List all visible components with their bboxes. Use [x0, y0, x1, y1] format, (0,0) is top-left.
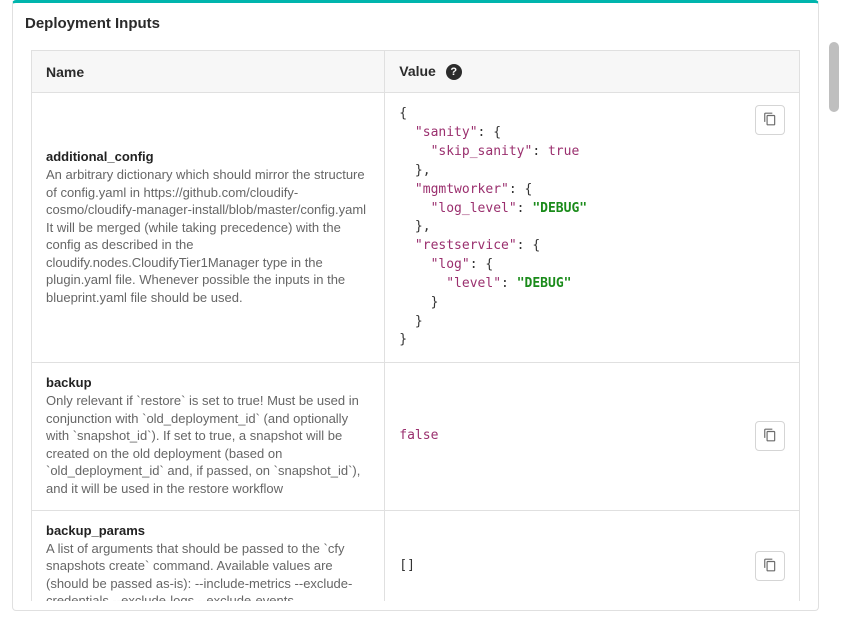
input-value: false — [399, 427, 755, 446]
table-row: backup_params A list of arguments that sh… — [32, 510, 800, 601]
input-value: { "sanity": { "skip_sanity": true }, "mg… — [399, 105, 755, 350]
panel-title: Deployment Inputs — [13, 3, 818, 40]
input-name-cell: backup_params A list of arguments that sh… — [32, 510, 385, 601]
input-name-cell: backup Only relevant if `restore` is set … — [32, 363, 385, 510]
table-row: backup Only relevant if `restore` is set … — [32, 363, 800, 510]
input-value-cell: [] — [385, 510, 800, 601]
column-header-value: Value ? — [385, 51, 800, 93]
column-header-value-text: Value — [399, 63, 436, 79]
copy-icon — [763, 558, 777, 575]
scrollbar[interactable] — [829, 42, 839, 112]
input-name-cell: additional_config An arbitrary dictionary… — [32, 93, 385, 363]
input-name: backup — [46, 375, 370, 390]
input-value-cell: { "sanity": { "skip_sanity": true }, "mg… — [385, 93, 800, 363]
copy-icon — [763, 428, 777, 445]
copy-button[interactable] — [755, 421, 785, 451]
help-icon[interactable]: ? — [446, 64, 462, 80]
input-description: A list of arguments that should be passe… — [46, 540, 370, 601]
input-name: additional_config — [46, 149, 370, 164]
input-description: Only relevant if `restore` is set to tru… — [46, 392, 370, 497]
input-description: An arbitrary dictionary which should mir… — [46, 166, 370, 306]
input-value: [] — [399, 557, 755, 576]
input-value-cell: false — [385, 363, 800, 510]
copy-button[interactable] — [755, 551, 785, 581]
table-row: additional_config An arbitrary dictionary… — [32, 93, 800, 363]
input-name: backup_params — [46, 523, 370, 538]
column-header-name: Name — [32, 51, 385, 93]
copy-button[interactable] — [755, 105, 785, 135]
deployment-inputs-panel: Deployment Inputs Name Value ? additiona… — [12, 0, 819, 611]
copy-icon — [763, 112, 777, 129]
inputs-table: Name Value ? additional_config An arbitra… — [31, 50, 800, 601]
